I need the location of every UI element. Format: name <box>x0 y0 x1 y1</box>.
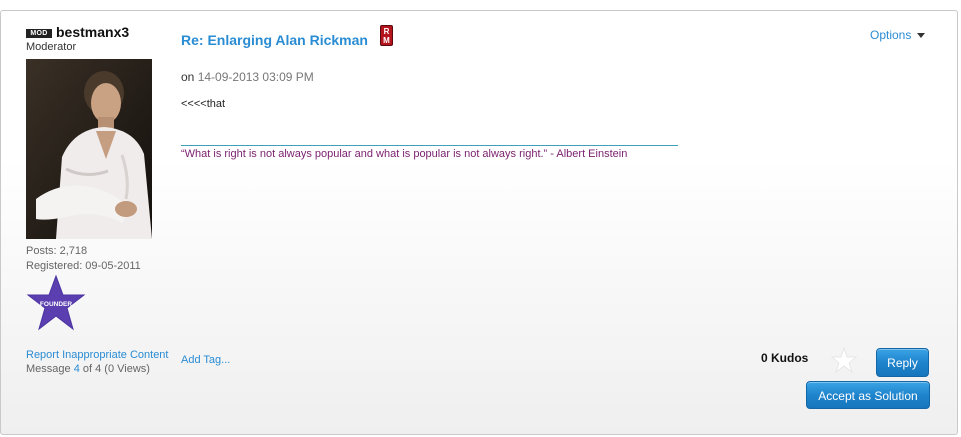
rm-icon-letter-bottom: M <box>383 36 390 45</box>
message-label: Message <box>26 363 71 375</box>
date-value: 14-09-2013 03:09 PM <box>197 70 314 84</box>
reply-button[interactable]: Reply <box>876 348 929 377</box>
founder-badge-label: FOUNDER <box>40 301 72 308</box>
accept-solution-button[interactable]: Accept as Solution <box>806 381 930 409</box>
founder-star-badge: FOUNDER <box>26 274 86 331</box>
message-number[interactable]: 4 <box>74 363 80 375</box>
author-rank: Moderator <box>26 41 77 53</box>
message-of: of 4 (0 Views) <box>82 363 150 375</box>
post-body: <<<<that <box>181 98 226 110</box>
rm-rank-icon: R M <box>380 25 393 46</box>
kudos-star-icon[interactable] <box>830 346 858 374</box>
post-subject[interactable]: Re: Enlarging Alan Rickman <box>181 32 368 48</box>
author-username[interactable]: bestmanx3 <box>56 24 129 40</box>
forum-post: MOD bestmanx3 Moderator Posts: 2,718 Reg… <box>0 10 958 435</box>
signature: “What is right is not always popular and… <box>181 148 628 160</box>
options-label: Options <box>870 28 912 42</box>
avatar-image <box>26 59 152 239</box>
avatar[interactable] <box>26 59 152 239</box>
post-date: on 14-09-2013 03:09 PM <box>181 70 314 84</box>
date-prefix: on <box>181 70 195 84</box>
signature-divider <box>181 145 678 146</box>
kudos-count: 0 Kudos <box>761 351 809 365</box>
post-count: Posts: 2,718 <box>26 245 88 257</box>
moderator-badge: MOD <box>26 29 52 38</box>
rm-icon-letter-top: R <box>383 27 390 36</box>
message-count: Message 4 of 4 (0 Views) <box>26 363 150 375</box>
report-content-link[interactable]: Report Inappropriate Content <box>26 349 168 361</box>
registered-date: Registered: 09-05-2011 <box>26 260 141 272</box>
options-menu[interactable]: Options <box>870 28 926 42</box>
add-tag-link[interactable]: Add Tag... <box>181 354 230 366</box>
caret-down-icon <box>917 33 926 39</box>
